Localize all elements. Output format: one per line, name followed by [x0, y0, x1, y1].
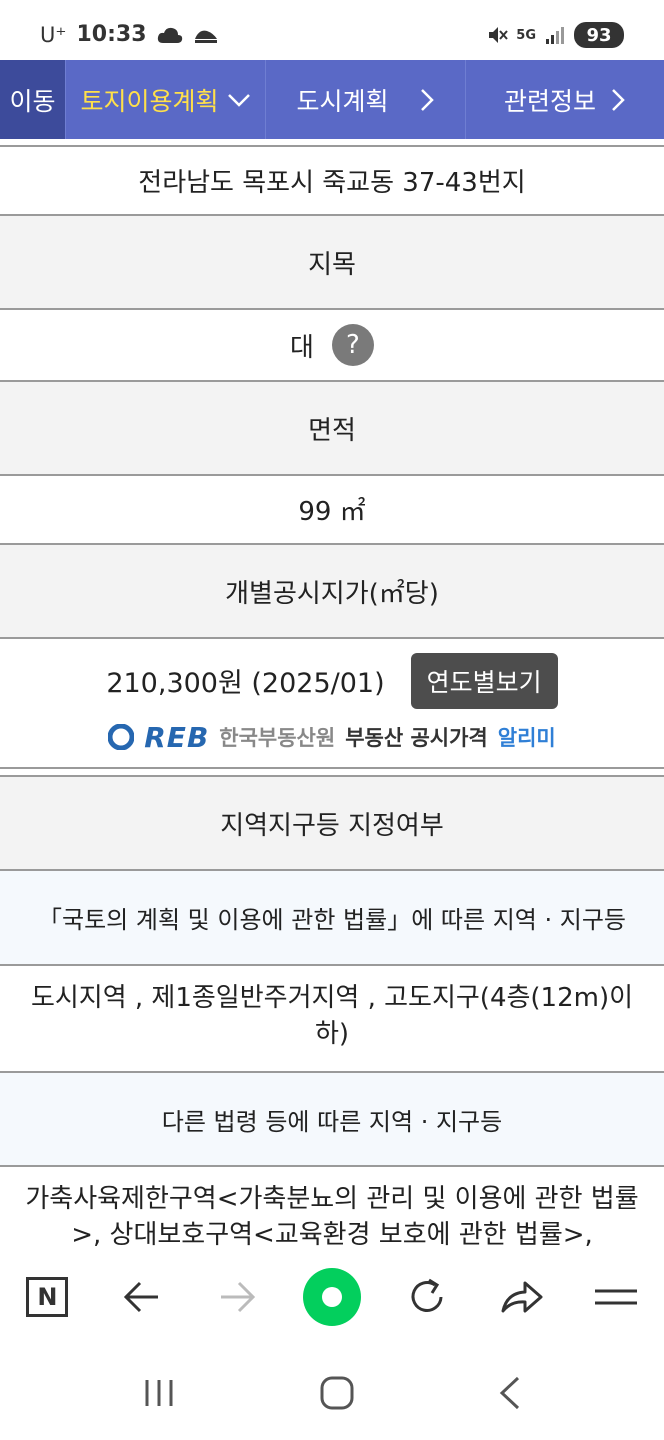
tab-related-info[interactable]: 관련정보 [466, 60, 664, 139]
law1-value-row: 도시지역 , 제1종일반주거지역 , 고도지구(4층(12m)이하) [0, 966, 664, 1073]
law2-header: 다른 법령 등에 따른 지역 · 지구등 [161, 1107, 503, 1136]
zoning-header-row: 지역지구등 지정여부 [0, 777, 664, 871]
notification-app-icon [194, 30, 217, 43]
reb-logo-icon [108, 724, 135, 750]
nav-move-button[interactable]: 이동 [0, 60, 66, 139]
top-divider [0, 139, 664, 147]
system-nav-bar [0, 1345, 664, 1440]
back-button[interactable] [107, 1262, 177, 1332]
tab-city-plan[interactable]: 도시계획 [266, 60, 466, 139]
mute-icon [489, 27, 509, 43]
address-row: 전라남도 목포시 죽교동 37-43번지 [0, 147, 664, 216]
weather-cloud-icon [157, 27, 182, 43]
naver-n-icon: N [26, 1277, 69, 1317]
system-back-icon[interactable] [498, 1376, 522, 1410]
clock-time: 10:33 [76, 22, 147, 47]
status-right: 5G 93 [486, 22, 624, 48]
help-question-icon[interactable]: ? [331, 324, 374, 366]
nav-move-label: 이동 [9, 86, 56, 116]
area-value-row: 99 ㎡ [0, 476, 664, 545]
tab-city-plan-label: 도시계획 [296, 86, 389, 116]
status-left: U⁺ 10:33 [40, 22, 219, 47]
area-value: 99 ㎡ [298, 497, 366, 527]
law1-value: 도시지역 , 제1종일반주거지역 , 고도지구(4층(12m)이하) [30, 983, 634, 1049]
refresh-button[interactable] [392, 1262, 462, 1332]
view-by-year-button[interactable]: 연도별보기 [410, 652, 558, 709]
reb-banner-link[interactable]: REB 한국부동산원 부동산 공시가격 알리미 [108, 720, 556, 754]
tab-land-use-plan[interactable]: 토지이용계획 [66, 60, 266, 139]
reb-org-name: 한국부동산원 [219, 726, 336, 750]
price-value: 210,300원 (2025/01) [106, 668, 385, 699]
back-arrow-icon [124, 1281, 159, 1313]
zoning-header: 지역지구등 지정여부 [220, 810, 444, 841]
law1-header-row: 「국토의 계획 및 이용에 관한 법률」에 따른 지역 · 지구등 [0, 871, 664, 966]
tab-land-use-plan-label: 토지이용계획 [80, 86, 219, 116]
share-button[interactable] [487, 1262, 557, 1332]
forward-arrow-icon [221, 1281, 256, 1313]
land-category-header-row: 지목 [0, 216, 664, 310]
price-line: 210,300원 (2025/01) 연도별보기 [106, 652, 558, 709]
browser-toolbar: N [0, 1249, 664, 1345]
menu-button[interactable] [581, 1262, 651, 1332]
naver-home-button[interactable]: N [12, 1262, 82, 1332]
law2-header-row: 다른 법령 등에 따른 지역 · 지구등 [0, 1073, 664, 1167]
refresh-icon [411, 1278, 443, 1312]
signal-icon [546, 27, 564, 44]
reb-logo-text: REB [144, 720, 210, 754]
share-icon [501, 1281, 543, 1313]
recent-apps-icon[interactable] [142, 1378, 176, 1408]
green-dot-button[interactable] [297, 1262, 367, 1332]
green-dot-icon [302, 1268, 361, 1326]
status-bar: U⁺ 10:33 5G 93 [0, 0, 664, 60]
top-nav: 이동 토지이용계획 도시계획 관련정보 [0, 60, 664, 139]
area-header-row: 면적 [0, 382, 664, 476]
law2-value: 가축사육제한구역<가축분뇨의 관리 및 이용에 관한 법률>, 상대보호구역<교… [25, 1184, 639, 1249]
chevron-right-icon [420, 88, 434, 111]
land-category-value-row: 대 ? [0, 310, 664, 382]
price-header-row: 개별공시지가(㎡당) [0, 545, 664, 639]
forward-button[interactable] [202, 1262, 272, 1332]
land-category-header: 지목 [308, 249, 356, 280]
chevron-right-icon [612, 88, 625, 111]
address-text: 전라남도 목포시 죽교동 37-43번지 [138, 168, 526, 198]
reb-slogan-accent: 알리미 [497, 726, 556, 750]
land-category-value: 대 [290, 332, 314, 363]
price-header: 개별공시지가(㎡당) [225, 578, 439, 609]
reb-slogan: 부동산 공시가격 [345, 726, 488, 750]
home-icon[interactable] [319, 1375, 355, 1411]
tab-related-info-label: 관련정보 [503, 86, 596, 116]
law1-header: 「국토의 계획 및 이용에 관한 법률」에 따른 지역 · 지구등 [38, 906, 626, 934]
area-header: 면적 [308, 415, 356, 446]
land-info-content[interactable]: 전라남도 목포시 죽교동 37-43번지 지목 대 ? 면적 99 ㎡ 개별공시… [0, 139, 664, 1249]
section-divider [0, 769, 664, 777]
chevron-down-icon [227, 93, 250, 107]
menu-icon [595, 1289, 638, 1305]
law2-value-row: 가축사육제한구역<가축분뇨의 관리 및 이용에 관한 법률>, 상대보호구역<교… [0, 1167, 664, 1249]
carrier-label: U⁺ [40, 22, 67, 47]
network-type-label: 5G [516, 27, 536, 43]
battery-indicator: 93 [574, 22, 624, 48]
price-value-row: 210,300원 (2025/01) 연도별보기 REB 한국부동산원 부동산 … [0, 639, 664, 769]
